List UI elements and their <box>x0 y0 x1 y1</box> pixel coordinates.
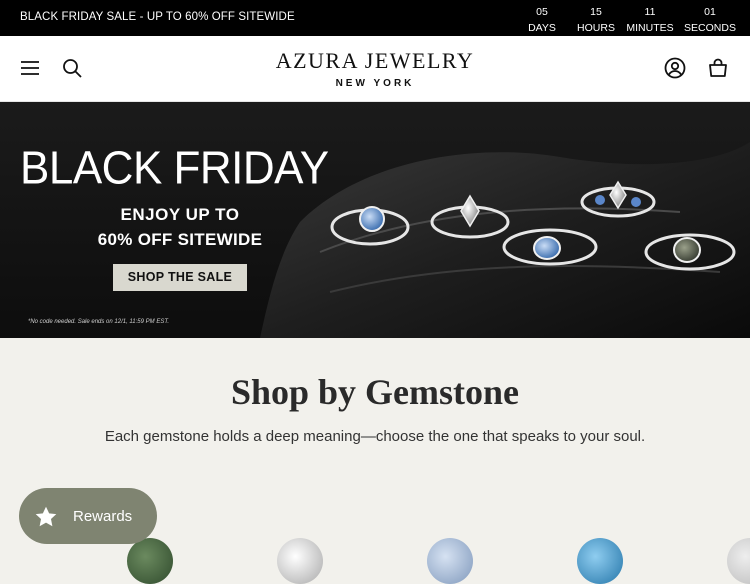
hero-discount: 60% OFF SITEWIDE <box>0 230 360 250</box>
site-logo[interactable]: AZURA JEWELRY NEW YORK <box>0 48 750 89</box>
countdown-hours-label: HOURS <box>577 22 615 34</box>
section-subtitle: Each gemstone holds a deep meaning—choos… <box>104 428 646 445</box>
announcement-bar: BLACK FRIDAY SALE - UP TO 60% OFF SITEWI… <box>0 0 750 36</box>
countdown-minutes-value: 11 <box>644 6 656 18</box>
gemstone-thumbnail[interactable] <box>727 538 750 584</box>
rewards-label: Rewards <box>73 508 133 525</box>
shop-the-sale-button[interactable]: SHOP THE SALE <box>113 264 247 291</box>
hero-title: BLACK FRIDAY <box>20 142 329 195</box>
countdown-seconds-value: 01 <box>704 6 716 18</box>
gemstone-thumbnail[interactable] <box>577 538 623 584</box>
rewards-launcher-button[interactable]: Rewards <box>19 488 157 544</box>
hero-banner[interactable]: BLACK FRIDAY ENJOY UP TO 60% OFF SITEWID… <box>0 102 750 338</box>
gemstone-thumbnail[interactable] <box>427 538 473 584</box>
countdown-days: 05 DAYS <box>521 4 563 36</box>
hero-discount-amount: 60% OFF <box>97 230 173 249</box>
logo-location: NEW YORK <box>335 78 415 89</box>
countdown-hours-value: 15 <box>590 6 602 18</box>
logo-wordmark: AZURA JEWELRY <box>275 48 475 73</box>
countdown-hours: 15 HOURS <box>566 4 626 36</box>
gemstone-thumbnail[interactable] <box>127 538 173 584</box>
countdown-minutes: 11 MINUTES <box>622 4 678 36</box>
countdown-days-value: 05 <box>536 6 548 18</box>
cart-icon[interactable] <box>706 56 730 80</box>
site-header: AZURA JEWELRY NEW YORK <box>0 36 750 102</box>
countdown-seconds: 01 SECONDS <box>680 4 740 36</box>
announcement-message: BLACK FRIDAY SALE - UP TO 60% OFF SITEWI… <box>20 11 295 23</box>
section-title: Shop by Gemstone <box>230 372 520 412</box>
hero-fine-print: *No code needed. Sale ends on 12/1, 11:5… <box>28 319 170 325</box>
countdown-seconds-label: SECONDS <box>684 22 736 34</box>
hero-subtitle: ENJOY UP TO <box>120 205 240 224</box>
account-icon[interactable] <box>663 56 687 80</box>
star-icon <box>35 506 57 527</box>
countdown-days-label: DAYS <box>528 22 556 34</box>
countdown-minutes-label: MINUTES <box>626 22 674 34</box>
hero-discount-scope: SITEWIDE <box>172 230 263 249</box>
gemstone-thumbnail[interactable] <box>277 538 323 584</box>
